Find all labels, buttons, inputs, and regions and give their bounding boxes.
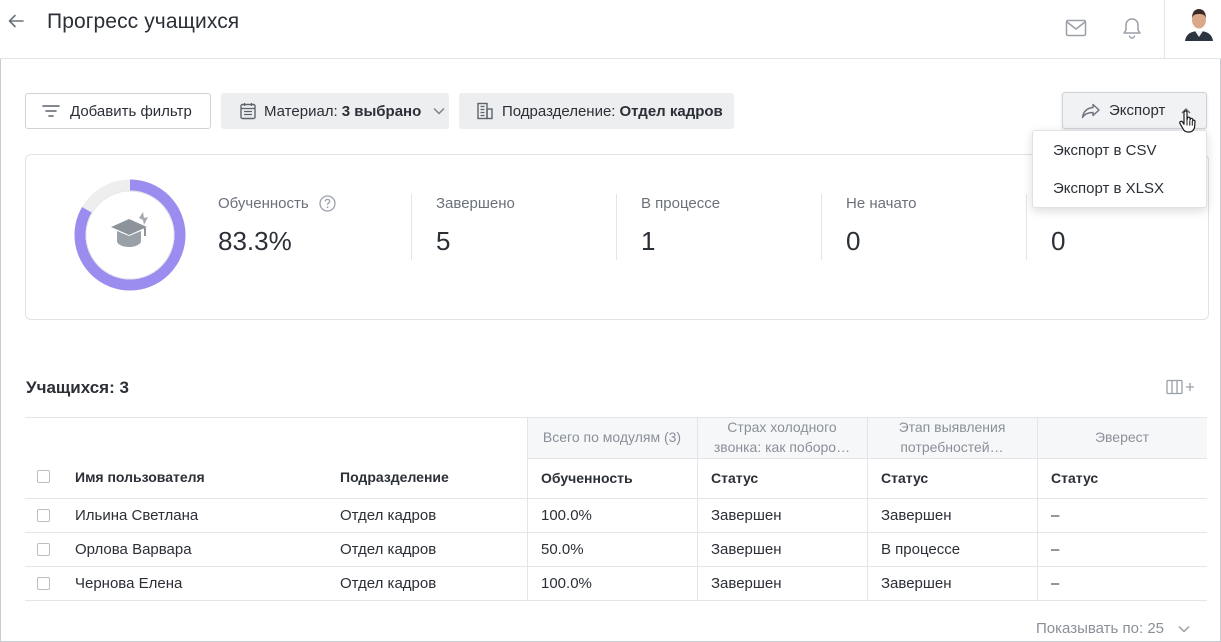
stat-other-value: 0: [1051, 226, 1066, 256]
mail-icon: [1065, 19, 1087, 37]
add-filter-label: Добавить фильтр: [70, 102, 192, 120]
cell-department: Отдел кадров: [340, 575, 437, 592]
header: Прогресс учащихся: [0, 0, 1221, 59]
material-filter-value: 3 выбрано: [341, 102, 422, 120]
stat-divider: [411, 194, 412, 260]
avatar[interactable]: [1183, 5, 1215, 41]
group-header-needs: Этап выявления потребностей…: [898, 419, 1006, 455]
chevron-down-icon: [433, 107, 445, 115]
stat-in-progress-value: 1: [641, 226, 656, 256]
progress-ring: [74, 179, 186, 291]
filter-icon: [42, 105, 60, 117]
export-dropdown: Экспорт в CSV Экспорт в XLSX: [1032, 130, 1207, 208]
table-border: [25, 498, 1207, 499]
table-border: [25, 532, 1207, 533]
help-circle-icon[interactable]: [319, 195, 336, 212]
stat-trained: Обученность 83.3%: [218, 195, 336, 257]
export-csv-item[interactable]: Экспорт в CSV: [1053, 142, 1157, 159]
department-filter-value: Отдел кадров: [619, 102, 723, 120]
page-size-label: Показывать по: 25: [1036, 620, 1164, 637]
cell-status: Завершен: [711, 575, 782, 592]
bell-icon: [1123, 18, 1141, 39]
cell-status: –: [1051, 575, 1060, 592]
cell-username[interactable]: Орлова Варвара: [75, 541, 192, 558]
stat-divider: [821, 194, 822, 260]
stat-completed-label: Завершено: [436, 195, 515, 212]
row-checkbox[interactable]: [37, 509, 50, 522]
table-border: [697, 417, 698, 600]
add-filter-button[interactable]: Добавить фильтр: [25, 93, 211, 129]
calendar-icon: [240, 103, 256, 120]
page-size-selector[interactable]: Показывать по: 25: [1036, 620, 1190, 637]
stat-completed-value: 5: [436, 226, 451, 256]
stat-not-started-value: 0: [846, 226, 861, 256]
cell-username[interactable]: Ильина Светлана: [75, 507, 198, 524]
column-header-status[interactable]: Статус: [1051, 470, 1098, 486]
row-checkbox[interactable]: [37, 577, 50, 590]
group-header-everest: Эверест: [1094, 429, 1150, 445]
header-divider: [1164, 0, 1165, 58]
cell-username[interactable]: Чернова Елена: [75, 575, 182, 592]
page-title: Прогресс учащихся: [47, 10, 240, 33]
row-checkbox[interactable]: [37, 543, 50, 556]
column-header-status[interactable]: Статус: [881, 470, 928, 486]
select-all-checkbox[interactable]: [37, 470, 50, 483]
share-arrow-icon: [1081, 103, 1100, 118]
stat-not-started-label: Не начато: [846, 195, 917, 212]
cell-trained: 50.0%: [541, 541, 584, 558]
building-icon: [477, 102, 493, 120]
arrow-left-icon: [8, 14, 24, 28]
cell-status: –: [1051, 507, 1060, 524]
stat-in-progress: В процессе 1: [641, 195, 720, 257]
stat-completed: Завершено 5: [436, 195, 515, 257]
cell-status: Завершен: [881, 575, 952, 592]
table-border: [25, 417, 1207, 418]
material-filter-label: Материал:: [264, 102, 338, 120]
cell-status: –: [1051, 541, 1060, 558]
department-filter-label: Подразделение:: [502, 102, 616, 120]
column-header-trained[interactable]: Обученность: [541, 470, 633, 486]
cell-trained: 100.0%: [541, 575, 592, 592]
export-label: Экспорт: [1109, 102, 1166, 119]
cell-trained: 100.0%: [541, 507, 592, 524]
chevron-down-icon: [1178, 625, 1190, 633]
user-avatar-icon: [1183, 5, 1215, 41]
column-header-status[interactable]: Статус: [711, 470, 758, 486]
material-filter-button[interactable]: Материал: 3 выбрано: [221, 93, 449, 129]
notifications-button[interactable]: [1120, 16, 1144, 40]
add-columns-button[interactable]: [1166, 378, 1198, 396]
cell-status: В процессе: [881, 541, 961, 558]
hand-cursor-icon: [1179, 110, 1196, 133]
table-border: [25, 600, 1207, 601]
department-filter-button[interactable]: Подразделение: Отдел кадров: [459, 93, 734, 129]
column-header-department[interactable]: Подразделение: [340, 469, 449, 485]
students-count: Учащихся: 3: [26, 378, 129, 397]
cell-status: Завершен: [711, 507, 782, 524]
stat-in-progress-label: В процессе: [641, 195, 721, 212]
group-header-cold-call: Страх холодного звонка: как поборо…: [713, 419, 851, 455]
stat-divider: [616, 194, 617, 260]
cell-status: Завершен: [881, 507, 952, 524]
cell-department: Отдел кадров: [340, 507, 437, 524]
export-xlsx-item[interactable]: Экспорт в XLSX: [1053, 180, 1164, 197]
column-header-username[interactable]: Имя пользователя: [75, 469, 205, 485]
columns-add-icon: [1166, 379, 1194, 395]
mail-button[interactable]: [1064, 16, 1088, 40]
cell-department: Отдел кадров: [340, 541, 437, 558]
stat-divider: [1026, 194, 1027, 260]
table-border: [867, 417, 868, 600]
table-border: [25, 566, 1207, 567]
back-button[interactable]: [5, 10, 27, 32]
stat-not-started: Не начато 0: [846, 195, 917, 257]
cell-status: Завершен: [711, 541, 782, 558]
stat-trained-value: 83.3%: [218, 226, 292, 256]
stat-trained-label: Обученность: [218, 195, 309, 212]
group-header-total: Всего по модулям (3): [542, 429, 682, 445]
